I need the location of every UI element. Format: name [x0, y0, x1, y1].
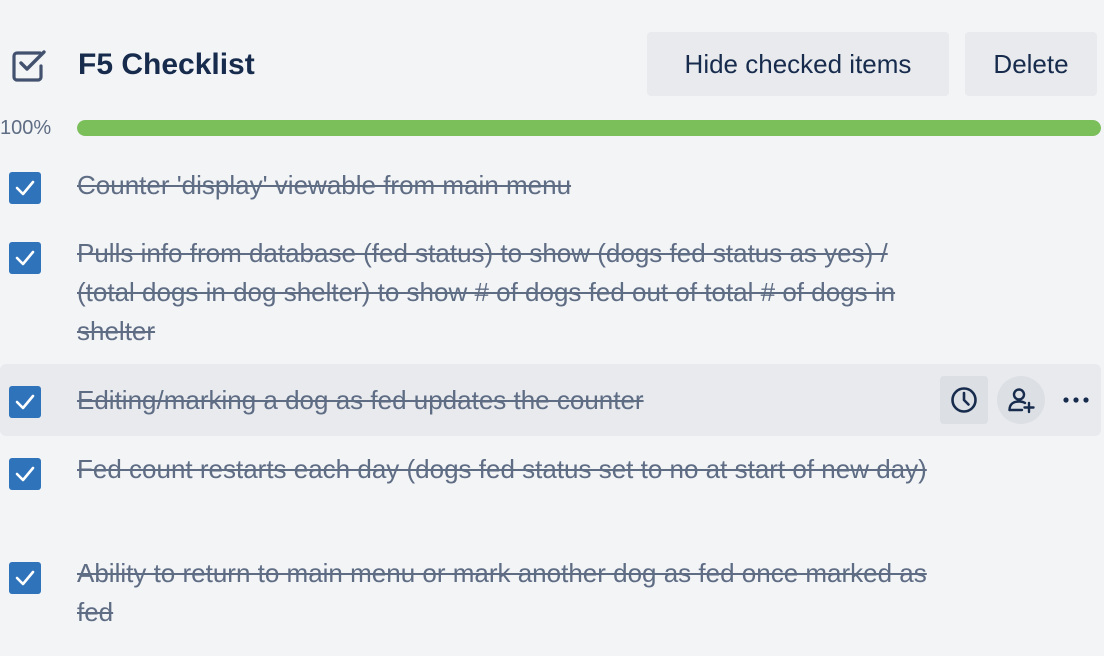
checkmark-icon: [15, 466, 35, 482]
checklist-item-checkbox[interactable]: [9, 242, 41, 274]
delete-button[interactable]: Delete: [965, 32, 1097, 96]
checkmark-icon: [15, 394, 35, 410]
checkmark-icon: [15, 180, 35, 196]
checklist-item-text[interactable]: Counter 'display' viewable from main men…: [77, 166, 937, 205]
add-member-icon: [1008, 388, 1035, 414]
checklist-item[interactable]: Pulls info from database (fed status) to…: [0, 232, 1101, 350]
checklist-item-checkbox[interactable]: [9, 562, 41, 594]
checklist-item-text[interactable]: Fed count restarts each day (dogs fed st…: [77, 450, 937, 489]
due-date-button[interactable]: [940, 376, 988, 424]
checkmark-icon: [15, 250, 35, 266]
progress-bar: [77, 120, 1101, 136]
checklist-title[interactable]: F5 Checklist: [78, 44, 255, 86]
clock-icon: [951, 387, 977, 413]
checklist-item[interactable]: Fed count restarts each day (dogs fed st…: [0, 448, 1101, 528]
checklist-item[interactable]: Counter 'display' viewable from main men…: [0, 162, 1101, 212]
more-options-button[interactable]: [1052, 376, 1100, 424]
checklist-icon: [10, 46, 48, 84]
checklist-item-text[interactable]: Ability to return to main menu or mark a…: [77, 554, 937, 632]
hide-checked-items-button[interactable]: Hide checked items: [647, 32, 949, 96]
progress-bar-fill: [77, 120, 1101, 136]
checklist-item[interactable]: Ability to return to main menu or mark a…: [0, 552, 1101, 632]
checklist-item-checkbox[interactable]: [9, 458, 41, 490]
checklist-item-text[interactable]: Editing/marking a dog as fed updates the…: [77, 381, 937, 420]
checkmark-icon: [15, 570, 35, 586]
assign-member-button[interactable]: [997, 376, 1045, 424]
checklist-item-text[interactable]: Pulls info from database (fed status) to…: [77, 234, 937, 351]
checklist-item-checkbox[interactable]: [9, 172, 41, 204]
more-icon: [1063, 397, 1089, 403]
checklist-item[interactable]: Editing/marking a dog as fed updates the…: [0, 364, 1101, 436]
checklist-item-checkbox[interactable]: [9, 386, 41, 418]
progress-percentage: 100%: [0, 117, 52, 139]
